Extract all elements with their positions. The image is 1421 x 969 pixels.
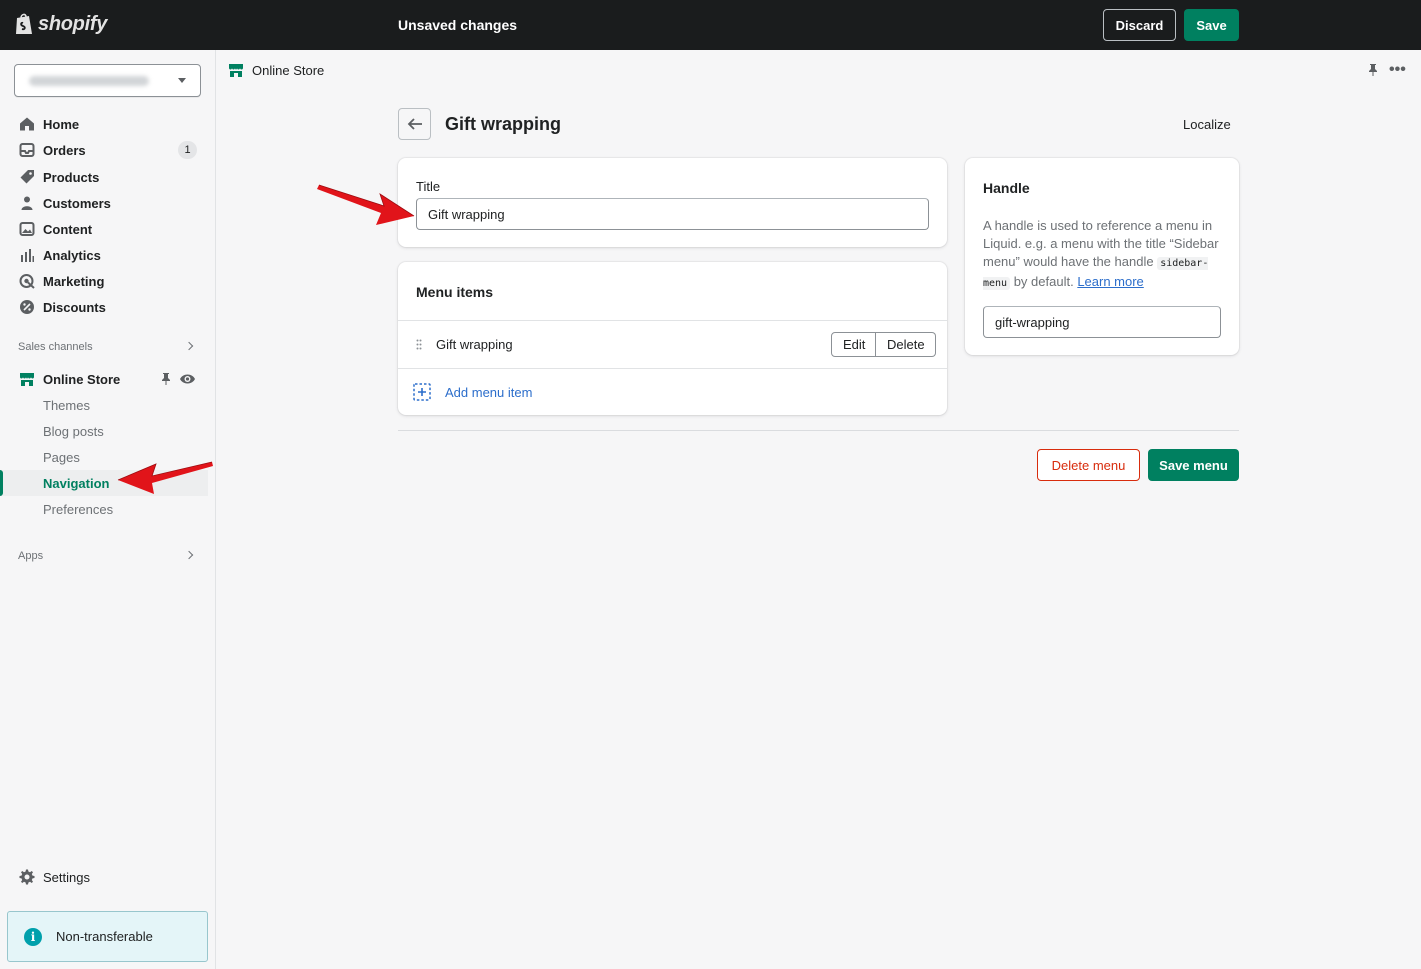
sidebar-item-pages[interactable]: Pages: [0, 444, 208, 470]
sidebar-item-preferences[interactable]: Preferences: [0, 496, 208, 522]
sidebar: Home Orders 1 Products Customers Content…: [0, 50, 216, 969]
sidebar-item-blog-posts[interactable]: Blog posts: [0, 418, 208, 444]
arrow-left-icon: [407, 118, 422, 130]
sidebar-item-label: Products: [43, 170, 100, 185]
shopify-bag-icon: [16, 13, 32, 34]
add-item-icon[interactable]: [413, 383, 431, 401]
divider: [398, 368, 947, 369]
sidebar-item-label: Blog posts: [43, 424, 104, 439]
gear-icon: [19, 869, 35, 885]
sidebar-item-label: Orders: [43, 143, 86, 158]
sales-channels-heading: Sales channels: [18, 341, 93, 353]
sidebar-item-label: Pages: [43, 450, 80, 465]
sidebar-item-label: Preferences: [43, 502, 114, 517]
menu-items-heading: Menu items: [416, 284, 494, 300]
image-icon: [19, 222, 35, 236]
learn-more-link[interactable]: Learn more: [1077, 274, 1143, 289]
non-transferable-banner[interactable]: i Non-transferable: [7, 911, 208, 962]
title-field-label: Title: [416, 179, 441, 194]
sidebar-item-products[interactable]: Products: [0, 164, 208, 190]
discard-button[interactable]: Discard: [1103, 9, 1176, 41]
orders-count-badge: 1: [178, 141, 197, 159]
more-actions-icon[interactable]: •••: [1389, 61, 1406, 79]
back-button[interactable]: [398, 108, 431, 140]
caret-down-icon: [178, 78, 186, 83]
handle-heading: Handle: [983, 180, 1030, 196]
chevron-right-icon[interactable]: [184, 341, 194, 351]
tag-icon: [20, 170, 34, 184]
handle-description-text: by default.: [1010, 274, 1078, 289]
eye-icon[interactable]: [179, 372, 196, 386]
handle-input[interactable]: [983, 306, 1221, 338]
sidebar-item-label: Home: [43, 117, 80, 132]
channel-header: Online Store •••: [216, 50, 1421, 90]
sidebar-item-label: Analytics: [43, 248, 101, 263]
info-icon: i: [24, 928, 42, 946]
sidebar-item-label: Marketing: [43, 274, 105, 289]
sidebar-item-home[interactable]: Home: [0, 111, 208, 137]
save-menu-button[interactable]: Save menu: [1148, 449, 1239, 481]
sidebar-item-themes[interactable]: Themes: [0, 392, 208, 418]
banner-label: Non-transferable: [56, 929, 153, 944]
delete-button[interactable]: Delete: [876, 332, 936, 357]
handle-card: Handle A handle is used to reference a m…: [965, 158, 1239, 355]
menu-item-actions: Edit Delete: [831, 332, 936, 357]
sidebar-item-online-store[interactable]: Online Store: [0, 366, 208, 392]
shopify-logo[interactable]: shopify: [14, 12, 107, 36]
menu-items-card: Menu items Gift wrapping Edit Delete Add…: [398, 262, 947, 415]
home-icon: [20, 117, 34, 131]
divider: [398, 430, 1239, 431]
pin-icon[interactable]: [1366, 63, 1380, 77]
unsaved-changes-label: Unsaved changes: [398, 17, 518, 33]
sidebar-item-label: Customers: [43, 196, 111, 211]
sidebar-item-settings[interactable]: Settings: [0, 864, 208, 890]
store-selector[interactable]: [14, 64, 201, 97]
sidebar-item-discounts[interactable]: Discounts: [0, 294, 208, 320]
sidebar-item-label: Navigation: [43, 476, 110, 491]
save-button[interactable]: Save: [1184, 9, 1239, 41]
sidebar-item-orders[interactable]: Orders 1: [0, 137, 208, 163]
title-card: Title: [398, 158, 947, 247]
title-input[interactable]: [416, 198, 929, 230]
localize-button[interactable]: Localize: [1183, 117, 1231, 132]
store-icon: [229, 64, 243, 77]
sidebar-item-customers[interactable]: Customers: [0, 190, 208, 216]
page-title: Gift wrapping: [445, 114, 561, 134]
channel-title: Online Store: [252, 63, 325, 78]
discount-icon: [20, 300, 34, 314]
sidebar-item-analytics[interactable]: Analytics: [0, 242, 208, 268]
handle-description: A handle is used to reference a menu in …: [983, 217, 1223, 293]
sidebar-item-label: Discounts: [43, 300, 106, 315]
pin-icon[interactable]: [160, 372, 172, 386]
store-icon: [20, 373, 34, 386]
sidebar-item-label: Settings: [43, 870, 90, 885]
drag-handle-icon[interactable]: [416, 339, 422, 350]
sidebar-item-content[interactable]: Content: [0, 216, 208, 242]
sidebar-item-label: Content: [43, 222, 93, 237]
chevron-right-icon[interactable]: [184, 550, 194, 560]
edit-button[interactable]: Edit: [831, 332, 876, 357]
orders-icon: [19, 143, 35, 157]
sidebar-item-label: Online Store: [43, 372, 121, 387]
apps-heading: Apps: [18, 550, 44, 562]
add-menu-item-link[interactable]: Add menu item: [445, 385, 532, 400]
store-name-redacted: [29, 76, 149, 86]
menu-item-label: Gift wrapping: [436, 337, 513, 352]
divider: [398, 320, 947, 321]
top-bar: shopify Unsaved changes Discard Save: [0, 0, 1421, 50]
person-icon: [21, 196, 33, 210]
sidebar-item-label: Themes: [43, 398, 90, 413]
brand-name: shopify: [38, 12, 108, 35]
bar-chart-icon: [21, 249, 34, 262]
sidebar-item-marketing[interactable]: Marketing: [0, 268, 208, 294]
target-icon: [19, 274, 35, 289]
sidebar-item-navigation[interactable]: Navigation: [0, 470, 208, 496]
delete-menu-button[interactable]: Delete menu: [1037, 449, 1140, 481]
